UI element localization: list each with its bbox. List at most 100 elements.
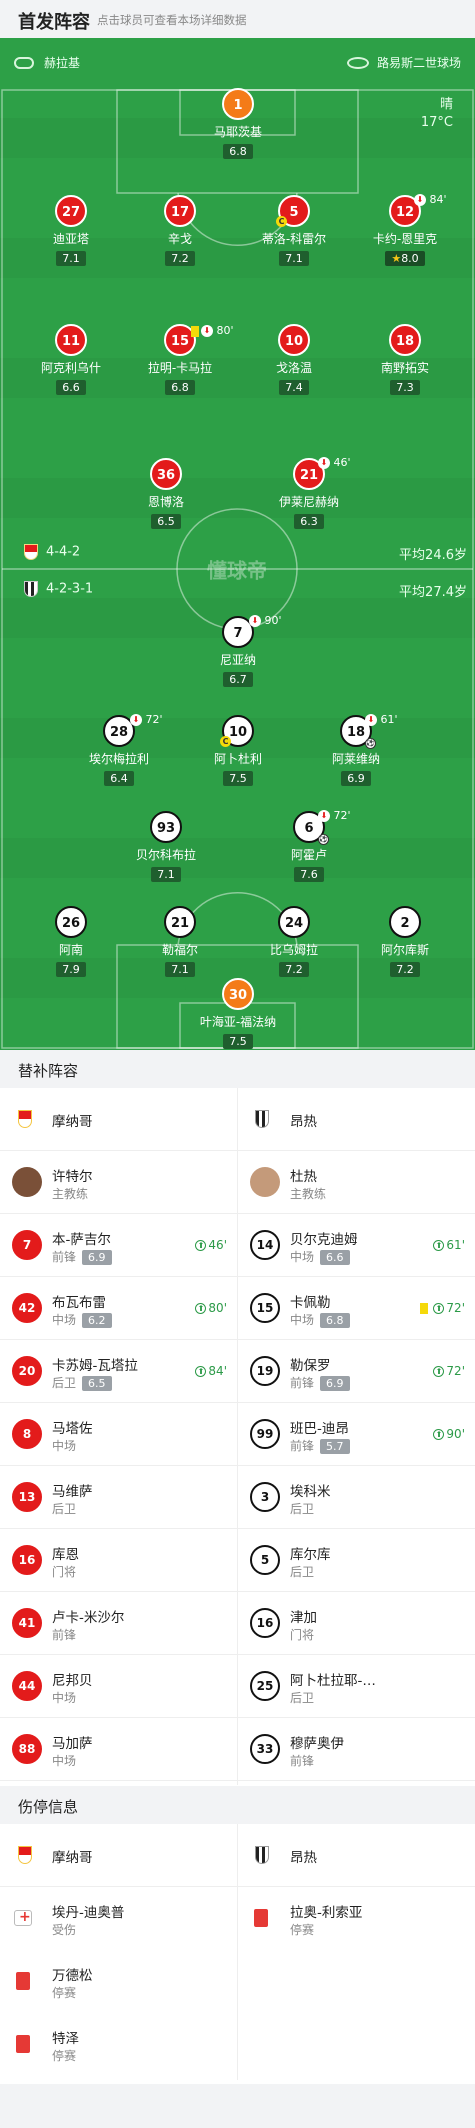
player-name: 迪亚塔 bbox=[52, 232, 89, 246]
sub-position: 中场 6.6 bbox=[290, 1248, 350, 1265]
player-away[interactable]: 18 ⚽ 阿莱维纳 6.9 ⬇ 61' bbox=[301, 713, 411, 786]
sub-position-text: 中场 bbox=[290, 1250, 315, 1264]
sub-number: 16 bbox=[250, 1608, 280, 1638]
sub-position: 后卫 bbox=[52, 1502, 77, 1516]
sub-position: 前锋 6.9 bbox=[52, 1248, 112, 1265]
page-subtitle: 点击球员可查看本场详细数据 bbox=[97, 13, 247, 27]
injury-item[interactable]: 万德松 停赛 bbox=[0, 1950, 237, 2013]
sub-player[interactable]: 20 卡苏姆-瓦塔拉 后卫 6.5 ⬆ 84' bbox=[0, 1340, 237, 1402]
player-rating: 6.7 bbox=[223, 672, 253, 687]
player-away[interactable]: 21 勒福尔 7.1 bbox=[125, 906, 235, 977]
star-icon: ★ bbox=[391, 252, 402, 265]
player-home[interactable]: 18 南野拓实 7.3 bbox=[350, 324, 460, 395]
sub-row: 42 布瓦布雷 中场 6.2 ⬆ 80' 15 卡佩勒 中场 6.8 ⬆ 72' bbox=[0, 1277, 475, 1340]
sub-number: 3 bbox=[250, 1482, 280, 1512]
player-home[interactable]: 21 伊莱尼赫纳 6.3 ⬇ 46' bbox=[254, 456, 364, 529]
sub-player[interactable]: 14 贝尔克迪姆 中场 6.6 ⬆ 61' bbox=[238, 1214, 475, 1276]
injury-item[interactable]: 埃丹-迪奥普 受伤 bbox=[0, 1887, 237, 1950]
injury-item[interactable]: 拉奥-利索亚 停赛 bbox=[238, 1887, 475, 1950]
player-rating: 7.9 bbox=[56, 962, 86, 977]
player-away[interactable]: 28 埃尔梅拉利 6.4 ⬇ 72' bbox=[64, 713, 174, 786]
sub-in-icon: ⬆ bbox=[195, 1366, 207, 1377]
player-home[interactable]: 12 卡约-恩里克 ★8.0 ⬇ 84' bbox=[350, 193, 460, 266]
sub-player[interactable]: 3 埃科米 后卫 bbox=[238, 1466, 475, 1528]
sub-player[interactable]: 16 津加 门将 bbox=[238, 1592, 475, 1654]
player-home[interactable]: 17 辛戈 7.2 bbox=[125, 195, 235, 266]
coach-name: 杜热 bbox=[290, 1169, 317, 1185]
sub-in-time-text: 80' bbox=[208, 1301, 227, 1315]
player-away[interactable]: 93 贝尔科布拉 7.1 bbox=[111, 811, 221, 882]
coach-row[interactable]: 许特尔 主教练 杜热 主教练 bbox=[0, 1151, 475, 1214]
sub-player[interactable]: 25 阿卜杜拉耶-… 后卫 bbox=[238, 1655, 475, 1717]
sub-player[interactable]: 42 布瓦布雷 中场 6.2 ⬆ 80' bbox=[0, 1277, 237, 1339]
sub-player[interactable]: 13 马维萨 后卫 bbox=[0, 1466, 237, 1528]
injury-item[interactable]: 特泽 停赛 bbox=[0, 2013, 237, 2076]
card-event: ⬇ 80' bbox=[191, 324, 234, 337]
sub-position-text: 后卫 bbox=[52, 1376, 77, 1390]
player-number: 18 bbox=[389, 324, 421, 356]
sub-player[interactable]: 5 库尔库 后卫 bbox=[238, 1529, 475, 1591]
sub-rating: 6.8 bbox=[320, 1313, 350, 1328]
player-home[interactable]: 5C 蒂洛-科雷尔 7.1 bbox=[239, 195, 349, 266]
sub-in-icon: ⬆ bbox=[195, 1240, 207, 1251]
player-number: 1 bbox=[222, 88, 254, 120]
sub-player[interactable]: 8 马塔佐 中场 bbox=[0, 1403, 237, 1465]
player-home-gk[interactable]: 1 马耶茨基 6.8 bbox=[183, 88, 293, 159]
player-home[interactable]: 10 戈洛温 7.4 bbox=[239, 324, 349, 395]
player-away[interactable]: 24 比乌姆拉 7.2 bbox=[239, 906, 349, 977]
whistle-icon bbox=[14, 56, 34, 69]
player-name: 勒福尔 bbox=[161, 943, 198, 957]
sub-rating: 6.9 bbox=[320, 1376, 350, 1391]
sub-player[interactable]: 33 穆萨奥伊 前锋 bbox=[238, 1718, 475, 1780]
sub-player[interactable]: 15 卡佩勒 中场 6.8 ⬆ 72' bbox=[238, 1277, 475, 1339]
sub-number: 33 bbox=[250, 1734, 280, 1764]
injury-player-name: 埃丹-迪奥普 bbox=[52, 1905, 125, 1921]
player-rating: 6.4 bbox=[104, 771, 134, 786]
player-away[interactable]: 26 阿南 7.9 bbox=[16, 906, 126, 977]
sub-number: 15 bbox=[250, 1293, 280, 1323]
player-number: 5C bbox=[276, 195, 310, 227]
sub-player[interactable]: 88 马加萨 中场 bbox=[0, 1718, 237, 1780]
sub-player[interactable]: 41 卢卡-米沙尔 前锋 bbox=[0, 1592, 237, 1654]
player-name: 阿克利乌什 bbox=[40, 361, 101, 375]
player-away[interactable]: 2 阿尔库斯 7.2 bbox=[350, 906, 460, 977]
player-number: 26 bbox=[55, 906, 87, 938]
injuries-header: 伤停信息 bbox=[0, 1786, 475, 1824]
player-rating: 7.1 bbox=[165, 962, 195, 977]
player-away-gk[interactable]: 30 叶海亚-福法纳 7.5 bbox=[183, 978, 293, 1049]
sub-event: ⬇ 72' bbox=[130, 713, 163, 726]
coach-name: 许特尔 bbox=[52, 1169, 93, 1185]
sub-position: 中场 bbox=[52, 1754, 77, 1768]
sub-player[interactable]: 16 库恩 门将 bbox=[0, 1529, 237, 1591]
sub-position: 中场 bbox=[52, 1439, 77, 1453]
player-home[interactable]: 27 迪亚塔 7.1 bbox=[16, 195, 126, 266]
sub-player[interactable]: 19 勒保罗 前锋 6.9 ⬆ 72' bbox=[238, 1340, 475, 1402]
player-rating: 6.8 bbox=[165, 380, 195, 395]
player-home[interactable]: 36 恩博洛 6.5 bbox=[111, 458, 221, 529]
medkit-icon bbox=[14, 1909, 32, 1926]
player-home[interactable]: 11 阿克利乌什 6.6 bbox=[16, 324, 126, 395]
player-rating: 7.2 bbox=[279, 962, 309, 977]
player-name: 阿莱维纳 bbox=[331, 752, 380, 766]
sub-event: ⬇ 84' bbox=[414, 193, 447, 206]
away-formation-value: 4-2-3-1 bbox=[46, 581, 94, 597]
sub-player[interactable]: 99 班巴-迪昂 前锋 5.7 ⬆ 90' bbox=[238, 1403, 475, 1465]
player-number-text: 18 bbox=[346, 725, 366, 740]
sub-player[interactable]: 7 本-萨吉尔 前锋 6.9 ⬆ 46' bbox=[0, 1214, 237, 1276]
player-rating: 7.2 bbox=[390, 962, 420, 977]
sub-row: 41 卢卡-米沙尔 前锋 16 津加 门将 bbox=[0, 1592, 475, 1655]
player-rating: 7.5 bbox=[223, 771, 253, 786]
sub-position: 门将 bbox=[52, 1565, 77, 1579]
player-away[interactable]: 7 尼亚纳 6.7 ⬇ 90' bbox=[183, 614, 293, 687]
player-home[interactable]: 15 拉明-卡马拉 6.8 ⬇ 80' bbox=[125, 324, 235, 395]
sub-player[interactable]: 44 尼邦贝 中场 bbox=[0, 1655, 237, 1717]
home-avg-age: 平均24.6岁 bbox=[399, 548, 467, 563]
injuries-list: 摩纳哥 昂热 埃丹-迪奥普 受伤 拉奥-利索亚 停赛 万德松 停赛 特泽 停赛 bbox=[0, 1824, 475, 2084]
away-formation: 4-2-3-1 bbox=[24, 581, 93, 597]
sub-time: 61' bbox=[380, 713, 398, 726]
player-away[interactable]: 6 ⚽ 阿霍卢 7.6 ⬇ 72' bbox=[254, 809, 364, 882]
player-away[interactable]: 10 C 阿卜杜利 7.5 bbox=[183, 715, 293, 786]
player-name: 阿尔库斯 bbox=[380, 943, 429, 957]
red-card-icon bbox=[254, 1909, 268, 1927]
sub-name: 马塔佐 bbox=[52, 1421, 93, 1437]
